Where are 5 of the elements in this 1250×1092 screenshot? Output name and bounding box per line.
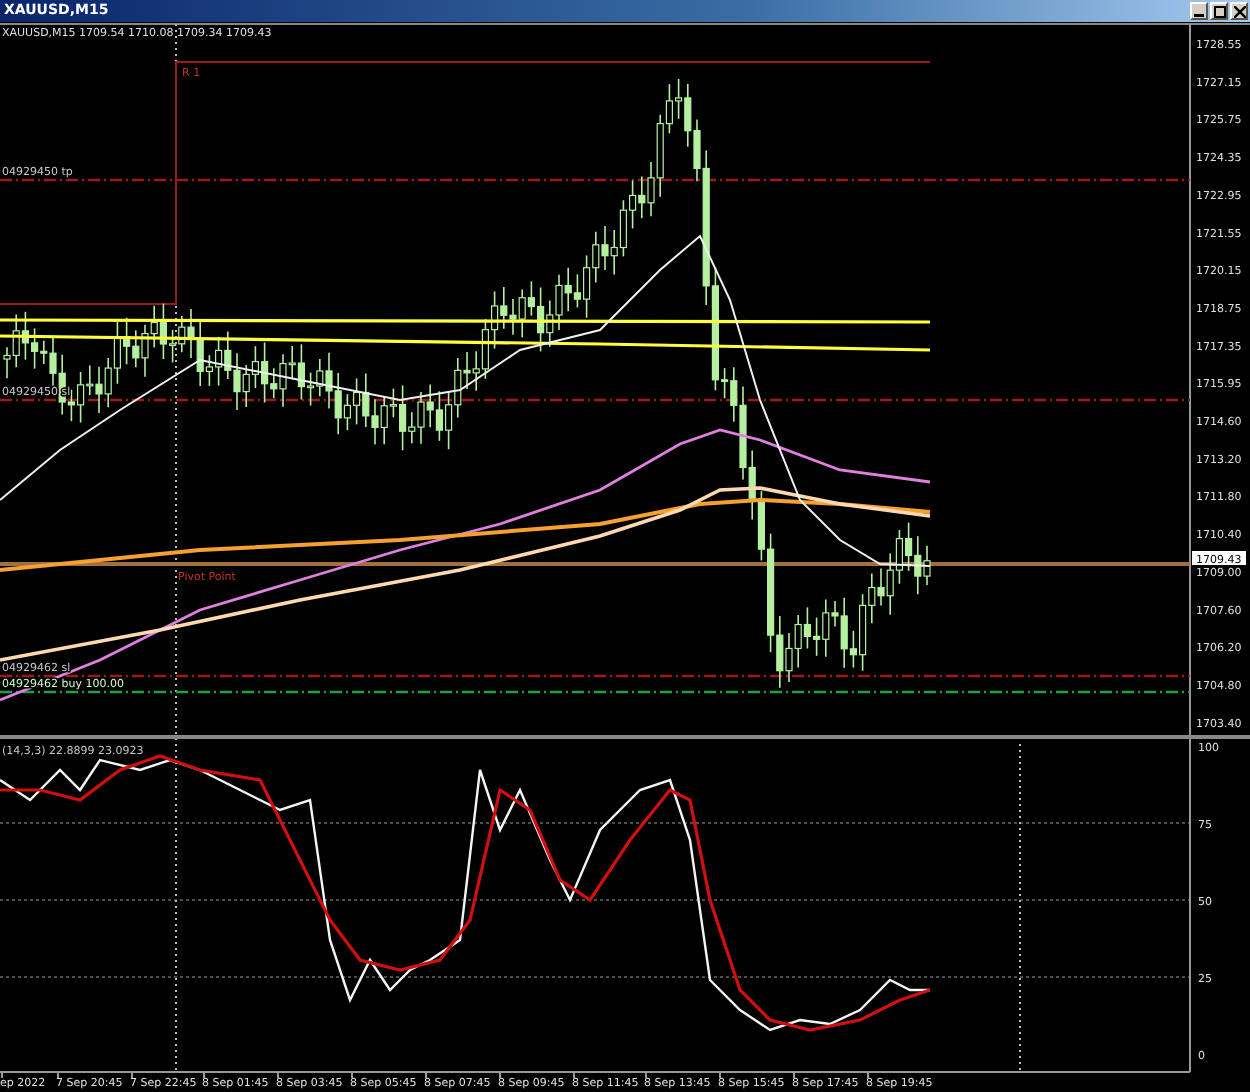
minimize-button[interactable] bbox=[1190, 2, 1208, 20]
maximize-button[interactable] bbox=[1210, 2, 1228, 20]
close-icon bbox=[1233, 5, 1245, 17]
close-button[interactable] bbox=[1230, 2, 1248, 20]
maximize-icon bbox=[1213, 5, 1225, 17]
